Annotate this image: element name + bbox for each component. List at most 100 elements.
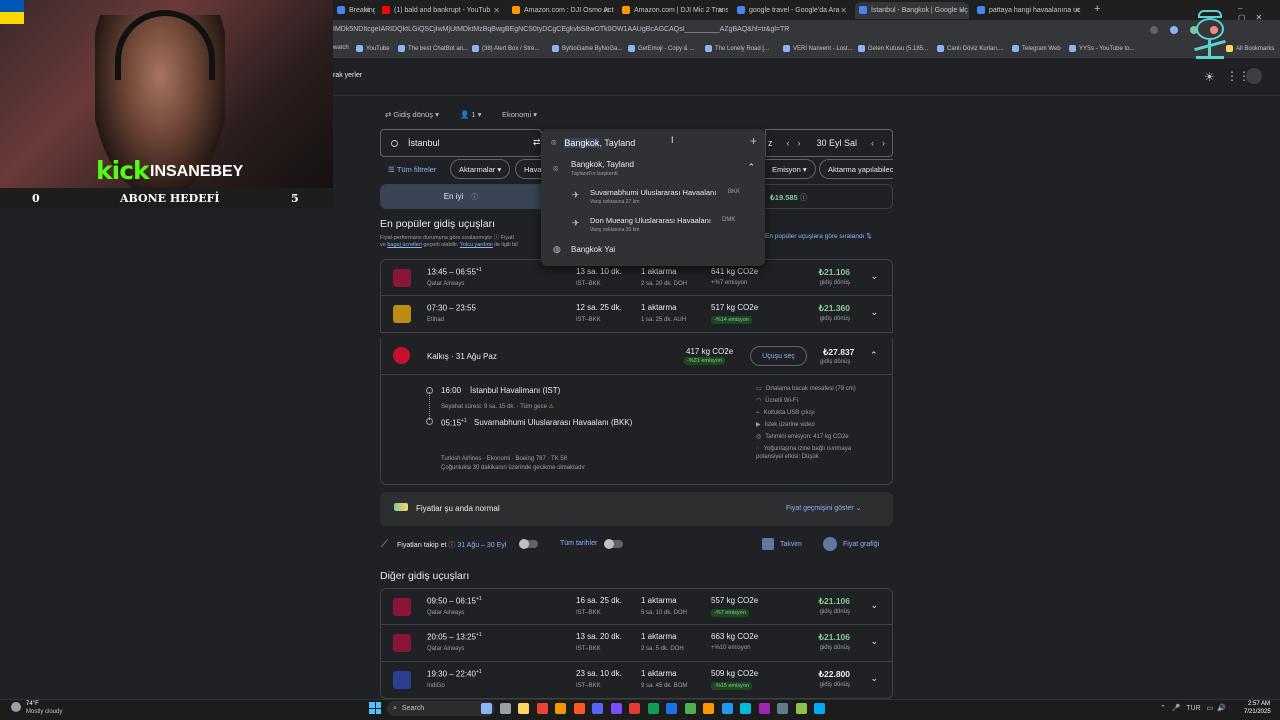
taskbar-app-icon[interactable] (795, 703, 807, 714)
taskbar-app-icon[interactable] (536, 703, 548, 714)
cabin-select[interactable]: Ekonomi ▾ (502, 110, 537, 119)
browser-tab[interactable]: Breaking New Yo✕ (333, 2, 375, 19)
bookmark-item[interactable]: ByNoGame ByNoGa... (552, 45, 622, 52)
flight-row[interactable]: 20:05 – 13:25+1 Qatar Airways 13 sa. 20 … (380, 625, 893, 662)
bookmark-item[interactable]: VERİ Nanvent - Lost... (783, 45, 853, 52)
taskbar-app-icon[interactable] (684, 703, 696, 714)
close-icon[interactable]: ✕ (958, 6, 965, 15)
expand-chevron-icon[interactable]: ⌄ (870, 636, 878, 647)
flight-row[interactable]: 09:50 – 06:15+1 Qatar Airways 16 sa. 25 … (380, 588, 893, 625)
all-bookmarks-folder[interactable]: All Bookmarks (1226, 45, 1274, 52)
bookmark-item[interactable]: Gelen Kutusu (5.185... (858, 45, 928, 52)
trip-type-select[interactable]: ⇄ Gidiş dönüş ▾ (385, 110, 439, 119)
bookmark-item[interactable]: YouTube (356, 45, 390, 52)
taskbar-app-icon[interactable] (777, 703, 788, 714)
return-next-icon[interactable]: › (882, 138, 885, 148)
taskbar-app-icon[interactable] (647, 703, 659, 714)
date-next-icon[interactable]: › (798, 138, 801, 148)
sort-by-popular-button[interactable]: En popüler uçuşlara göre sıralandı ⇅ (765, 232, 872, 240)
close-icon[interactable]: ✕ (1074, 6, 1081, 15)
weather-icon[interactable] (11, 702, 21, 712)
bookmark-item[interactable]: Canlı Döviz Kurları,... (937, 45, 1004, 52)
bookmark-item[interactable]: Telegram Web (1012, 45, 1061, 52)
dropdown-airport-option[interactable]: ✈ Suvarnabhumi Uluslararası Havaalanı BK… (541, 186, 765, 212)
return-prev-icon[interactable]: ‹ (871, 138, 874, 148)
swap-button[interactable]: ⇄ (533, 137, 541, 148)
browser-tab[interactable]: İstanbul - Bangkok | Google Uç ✕ (855, 2, 969, 19)
stops-filter-chip[interactable]: Aktarmalar ▾ (450, 159, 511, 179)
price-history-button[interactable]: Fiyat geçmişini göster ⌄ (786, 504, 862, 512)
taskbar-app-icon[interactable] (629, 703, 640, 714)
clock-date[interactable]: 7/21/2025 (1244, 709, 1271, 715)
new-tab-button[interactable]: + (1094, 3, 1100, 15)
close-icon[interactable]: ✕ (493, 6, 500, 15)
close-icon[interactable]: ✕ (840, 6, 847, 15)
browser-tab[interactable]: Amazon.com : DJI Osmo Action ✕ (508, 2, 614, 19)
url-text[interactable]: IMDk5NDItcgeIARIDQktLGiQSCjIwMjUtMDktMzB… (333, 26, 789, 33)
bookmark-item[interactable]: (38) Alert Box / Stre... (472, 45, 539, 52)
dropdown-city-option[interactable]: ⌾ Bangkok, Tayland Tayland'ın başkenti ⌃ (541, 158, 765, 182)
info-icon[interactable]: ⓘ (471, 192, 478, 202)
date-prev-icon[interactable]: ‹ (787, 138, 790, 148)
close-icon[interactable]: ✕ (603, 6, 610, 15)
theme-icon[interactable]: ☀ (1204, 70, 1215, 84)
taskbar-app-icon[interactable] (666, 703, 677, 714)
browser-tab[interactable]: google travel - Google'da Ara ✕ (733, 2, 851, 19)
bookmark-item[interactable]: GetEmoji - Copy & ... (628, 45, 694, 52)
layover-filter-chip[interactable]: Aktarma yapılabilec (819, 159, 893, 179)
language-indicator[interactable]: TUR (1186, 705, 1200, 712)
taskbar-app-icon[interactable] (740, 703, 751, 714)
taskbar-app-icon[interactable] (758, 703, 770, 714)
start-button[interactable] (369, 702, 381, 714)
expand-chevron-icon[interactable]: ⌄ (870, 673, 878, 684)
emissions-filter-chip[interactable]: Emisyon ▾ (764, 159, 816, 179)
expand-chevron-icon[interactable]: ⌄ (870, 271, 878, 282)
bookmark-item[interactable]: YYSs - YouTube to... (1069, 45, 1134, 52)
dropdown-other-option[interactable]: ◍ Bangkok Yai (541, 242, 765, 260)
info-icon[interactable]: ⓘ (800, 193, 808, 202)
browser-tab[interactable]: (1) bald and bankrupt - YouTub ✕ (378, 2, 504, 19)
bookmark-item[interactable]: The best ChatBot an... (398, 45, 468, 52)
all-filters-chip[interactable]: ☰ Tüm filtreler (380, 159, 444, 179)
bookmark-item[interactable]: The Lonely Road [... (705, 45, 769, 52)
flight-row[interactable]: 07:30 – 23:55 Etihad 12 sa. 25 dk. IST–B… (380, 296, 893, 333)
avatar[interactable] (1246, 68, 1262, 84)
taskbar-app-icon[interactable] (555, 703, 566, 714)
track-toggle[interactable] (519, 539, 538, 549)
any-dates-toggle[interactable] (604, 539, 623, 549)
tab-best[interactable]: En iyi ⓘ (381, 185, 541, 208)
expand-chevron-icon[interactable]: ⌄ (870, 307, 878, 318)
calendar-button[interactable]: Takvim (762, 538, 802, 550)
taskbar-app-icon[interactable] (592, 703, 603, 714)
origin-field[interactable]: İstanbul (380, 129, 542, 157)
price-graph-button[interactable]: Fiyat grafiği (823, 537, 879, 551)
destination-field[interactable]: ⌾ Bangkok, Tayland I + (541, 129, 765, 157)
passenger-help-link[interactable]: Yolcu yardımı (460, 242, 493, 248)
taskbar-app-icon[interactable] (721, 703, 733, 714)
collapse-chevron-icon[interactable]: ⌃ (870, 350, 1266, 361)
taskbar-app-icon[interactable] (518, 703, 529, 714)
tray-icons[interactable]: ⌃ 🎤 TUR ▭ 🔊 (1160, 704, 1226, 712)
collapse-chevron-icon[interactable]: ⌃ (747, 162, 755, 173)
tab-cheapest[interactable]: ₺19.585 ⓘ (770, 192, 807, 203)
dropdown-airport-option[interactable]: ✈ Don Mueang Uluslararası Havaalanı DMK … (541, 214, 765, 240)
close-icon[interactable]: ✕ (717, 6, 724, 15)
taskbar-app-icon[interactable] (573, 703, 585, 714)
taskbar-app-icon[interactable] (703, 703, 714, 714)
taskbar-app-icon[interactable] (499, 703, 511, 714)
baggage-fees-link[interactable]: bagaj ücretleri (387, 242, 422, 248)
close-icon[interactable]: ✕ (364, 6, 371, 15)
date-field[interactable]: z ‹ › 30 Eyl Sal ‹ › (765, 129, 893, 157)
select-flight-button[interactable]: Uçuşu seç (750, 346, 807, 366)
bookmark-item[interactable]: watch (333, 45, 349, 51)
add-destination-icon[interactable]: + (750, 134, 757, 148)
browser-tab[interactable]: pattaya hangi havaalanına uc ✕ (973, 2, 1085, 19)
taskbar-search-box[interactable]: ⌕ Search (387, 701, 495, 716)
airlines-filter-chip[interactable]: Hava (515, 159, 543, 179)
taskbar-app-icon[interactable] (814, 703, 825, 714)
flight-row[interactable]: 19:30 – 22:40+1 IndiGo 23 sa. 10 dk. IST… (380, 662, 893, 699)
clock-time[interactable]: 2:57 AM (1248, 701, 1270, 707)
taskbar-app-icon[interactable] (481, 703, 492, 714)
passengers-select[interactable]: 👤 1 ▾ (460, 110, 481, 119)
nav-explore-link[interactable]: rak yerler (333, 72, 362, 79)
